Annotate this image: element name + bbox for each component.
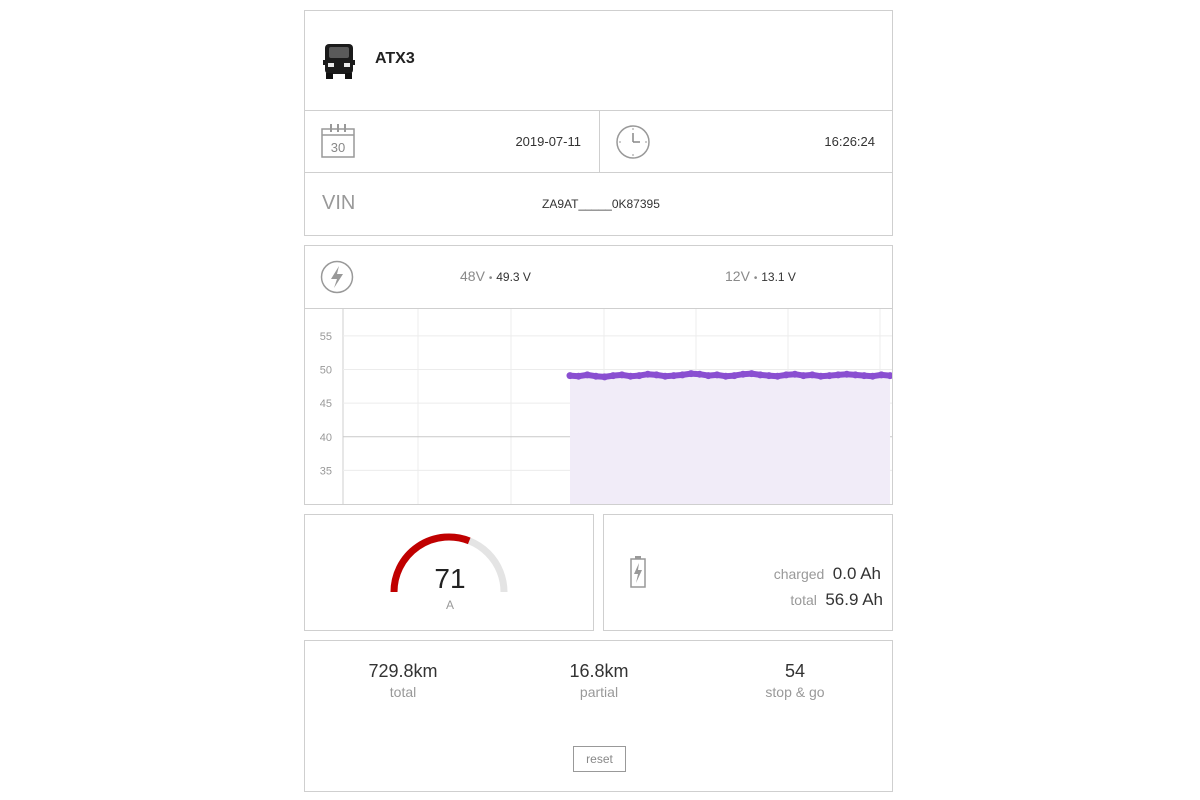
- voltage-12v-label: 12V: [725, 268, 750, 284]
- vehicle-model: ATX3: [375, 50, 415, 67]
- data-point: [774, 372, 782, 380]
- data-point: [808, 371, 816, 379]
- data-point: [722, 372, 730, 380]
- y-tick-label: 45: [320, 398, 332, 410]
- data-point: [765, 372, 773, 380]
- y-tick-label: 55: [320, 331, 332, 343]
- vehicle-icon: [322, 42, 356, 80]
- data-point: [756, 371, 764, 379]
- total-charge-value: 56.9 Ah: [825, 590, 883, 609]
- bullet: •: [488, 273, 493, 284]
- voltage-48v: 48V • 49.3 V: [460, 268, 531, 284]
- data-point: [869, 372, 877, 380]
- partial-distance: 16.8km partial: [499, 661, 699, 700]
- calendar-day: 30: [331, 140, 345, 155]
- data-point: [687, 370, 695, 378]
- stop-go-count: 54 stop & go: [695, 661, 895, 700]
- data-point: [817, 372, 825, 380]
- data-point: [627, 372, 634, 380]
- partial-distance-label: partial: [579, 684, 619, 700]
- lightning-icon: [320, 260, 354, 294]
- data-point: [843, 370, 851, 378]
- data-point: [566, 372, 574, 380]
- vin-label: VIN: [322, 192, 356, 214]
- total-charge-row: total 56.9 Ah: [790, 590, 883, 610]
- battery-charging-icon: [630, 555, 646, 589]
- stop-go-value: 54: [784, 661, 806, 681]
- data-point: [704, 372, 712, 380]
- data-point: [834, 371, 842, 379]
- total-distance-label: total: [389, 684, 417, 700]
- partial-distance-value: 16.8km: [569, 661, 629, 681]
- data-point: [782, 371, 790, 379]
- voltage-chart: 55 50 45 40 35: [320, 309, 892, 504]
- voltage-header: 48V • 49.3 V 12V • 13.1 V: [305, 246, 892, 308]
- data-point: [644, 370, 652, 378]
- voltage-48v-value: 49.3 V: [496, 270, 531, 284]
- time-cell: 16:26:24: [600, 111, 892, 172]
- data-point: [739, 370, 747, 378]
- series-area: [570, 373, 890, 504]
- series-line: [567, 370, 892, 380]
- data-point: [592, 372, 600, 380]
- data-point: [877, 371, 885, 379]
- date-value: 2019-07-11: [515, 134, 581, 149]
- y-tick-label: 40: [320, 432, 332, 444]
- odometer-panel: 729.8km total 16.8km partial 54 stop & g…: [304, 640, 893, 792]
- bullet: •: [753, 273, 758, 284]
- data-point: [748, 370, 756, 378]
- date-cell: 30 2019-07-11: [305, 111, 599, 172]
- calendar-icon: 30: [321, 123, 355, 159]
- voltage-12v-value: 13.1 V: [761, 270, 796, 284]
- data-point: [826, 372, 833, 380]
- y-tick-label: 35: [320, 465, 332, 477]
- voltage-panel: 48V • 49.3 V 12V • 13.1 V 55 50 45 40 35: [304, 245, 893, 505]
- data-point: [575, 372, 583, 380]
- data-point: [851, 371, 859, 379]
- data-point: [860, 372, 868, 380]
- data-point: [678, 371, 686, 379]
- data-point: [661, 372, 669, 380]
- charge-panel: charged 0.0 Ah total 56.9 Ah: [603, 514, 893, 631]
- charged-label: charged: [773, 566, 825, 582]
- total-charge-label: total: [790, 592, 817, 608]
- current-unit: A: [445, 598, 454, 612]
- data-point: [696, 370, 704, 378]
- charged-row: charged 0.0 Ah: [774, 564, 881, 584]
- y-tick-label: 50: [320, 365, 332, 377]
- data-point: [618, 371, 626, 379]
- data-point: [791, 370, 799, 378]
- stop-go-label: stop & go: [765, 684, 825, 700]
- vehicle-header: ATX3: [305, 11, 892, 110]
- data-point: [713, 371, 721, 379]
- data-point: [670, 372, 678, 380]
- vehicle-info-panel: ATX3 30 2019-07-11 16:26:24 VIN ZA9AT___…: [304, 10, 893, 236]
- time-value: 16:26:24: [824, 134, 875, 149]
- vin-value: ZA9AT_____0K87395: [542, 197, 660, 211]
- data-point: [730, 372, 738, 380]
- current-panel: 71 A: [304, 514, 594, 631]
- data-point: [583, 371, 591, 379]
- current-value: 71: [434, 563, 466, 594]
- data-point: [653, 371, 660, 379]
- reset-button[interactable]: reset: [573, 746, 626, 772]
- total-distance: 729.8km total: [303, 661, 503, 700]
- charged-value: 0.0 Ah: [832, 564, 881, 583]
- voltage-12v: 12V • 13.1 V: [725, 268, 796, 284]
- data-point: [635, 372, 643, 380]
- vin-cell: VIN ZA9AT_____0K87395: [305, 173, 892, 235]
- voltage-48v-label: 48V: [460, 268, 485, 284]
- data-point: [609, 372, 617, 380]
- data-point: [800, 372, 807, 380]
- clock-icon: [615, 124, 651, 160]
- data-point: [601, 373, 609, 381]
- total-distance-value: 729.8km: [368, 661, 438, 681]
